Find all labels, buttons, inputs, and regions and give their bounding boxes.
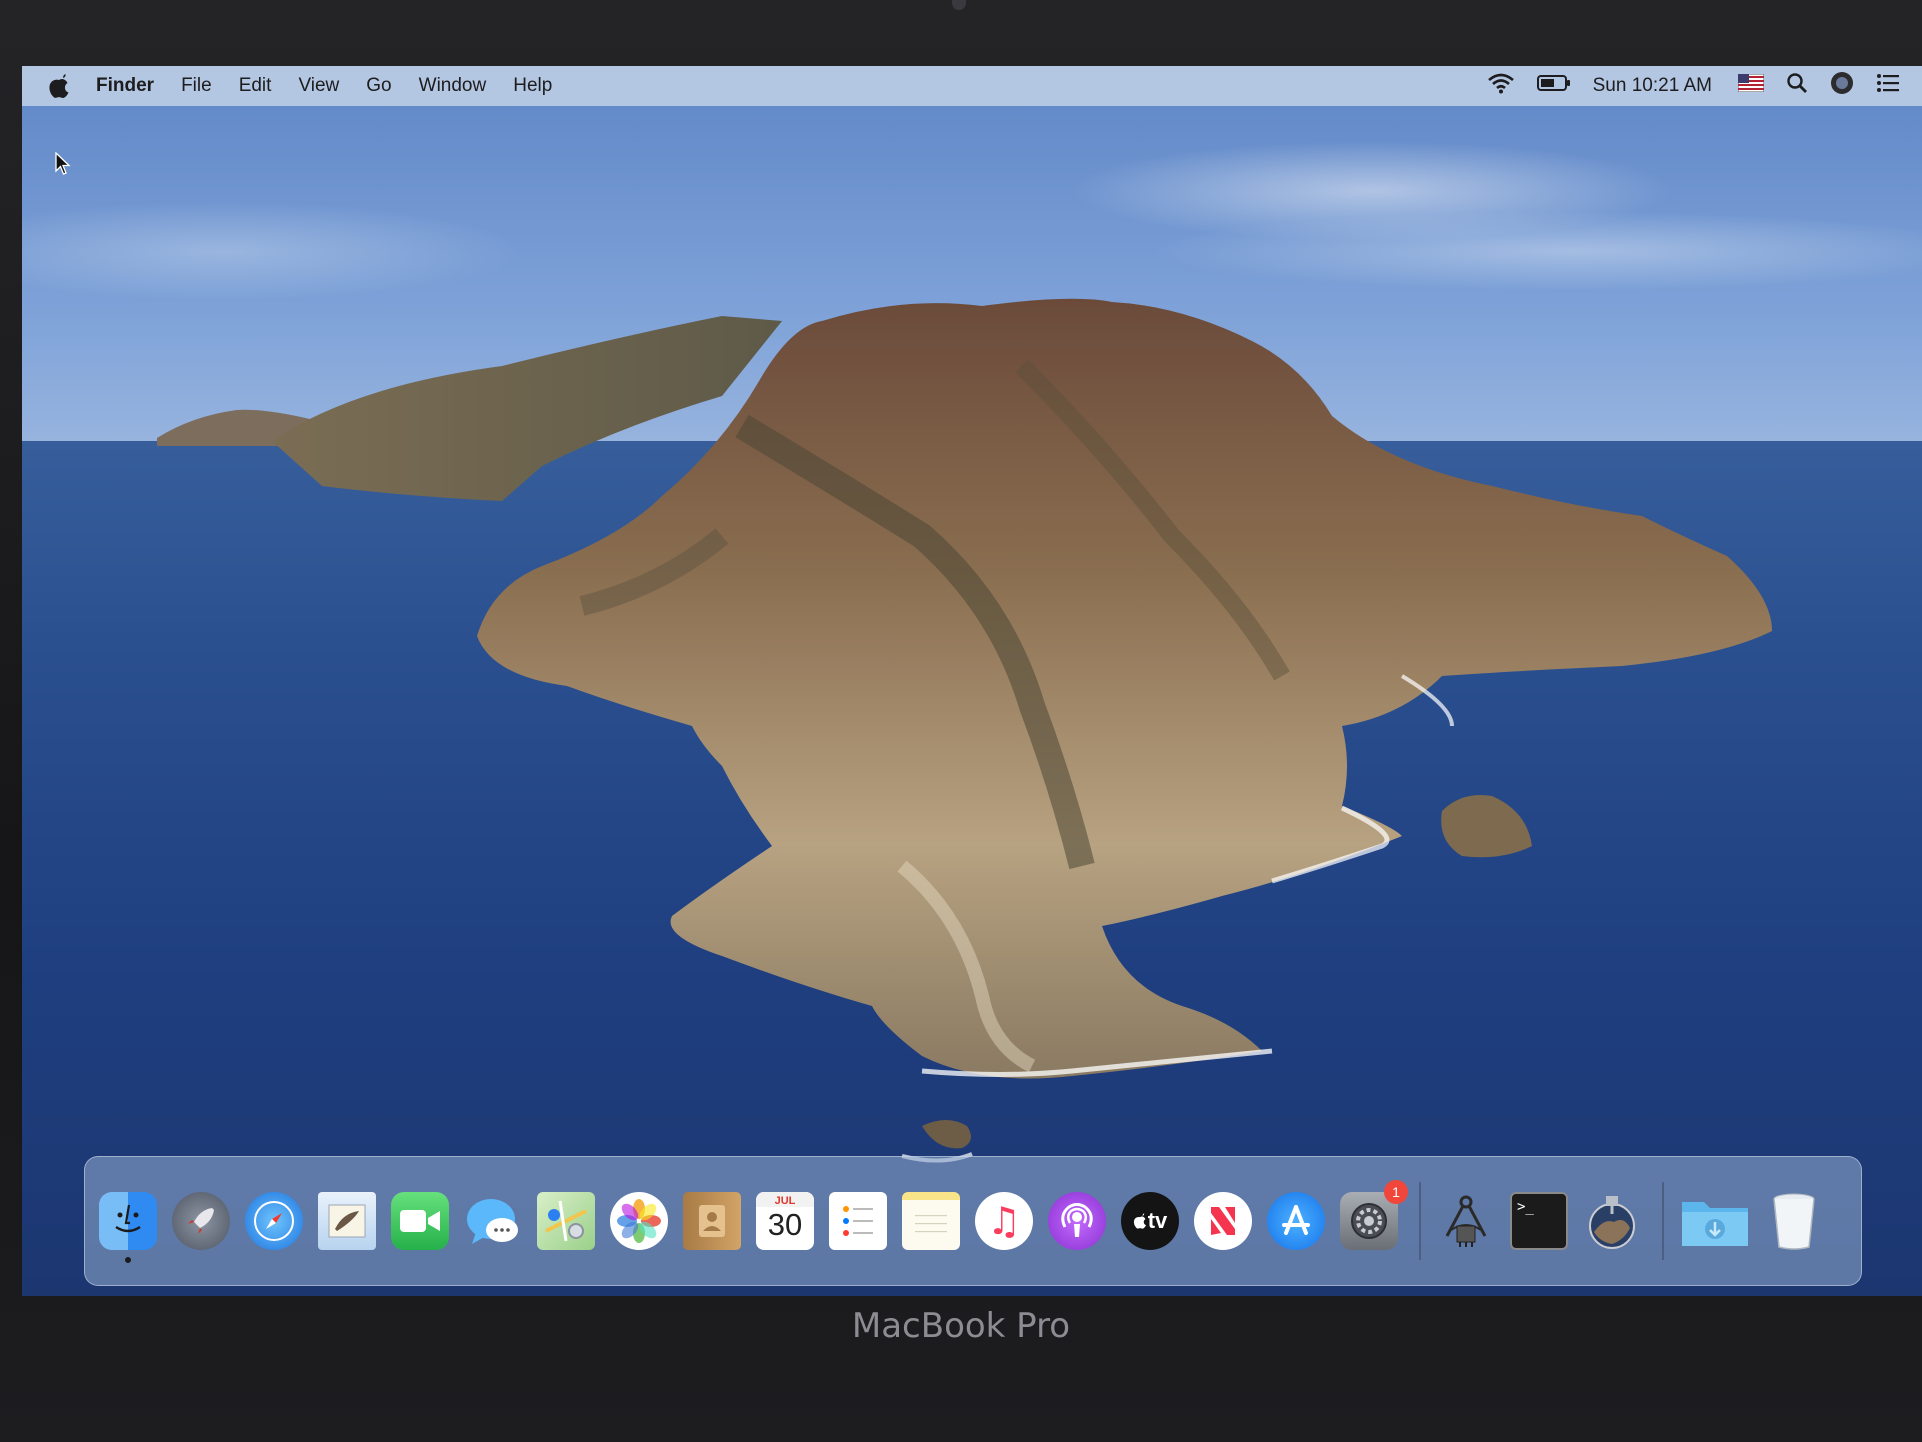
dock-reminders-icon[interactable] xyxy=(829,1192,887,1250)
spotlight-search-icon[interactable] xyxy=(1786,72,1808,100)
dock-mail-icon[interactable] xyxy=(318,1192,376,1250)
menu-bar: Finder File Edit View Go Window Help Sun… xyxy=(22,66,1922,106)
menu-app-finder[interactable]: Finder xyxy=(96,75,154,97)
dock-contacts-icon[interactable] xyxy=(683,1192,741,1250)
dock-system-information-icon[interactable] xyxy=(1437,1192,1495,1250)
dock: JUL 30 ♫ tv 1 >_ xyxy=(84,1156,1862,1286)
dock-separator xyxy=(1662,1182,1664,1260)
calendar-day-label: 30 xyxy=(767,1207,803,1242)
siri-icon[interactable] xyxy=(1830,71,1854,101)
notification-badge: 1 xyxy=(1384,1180,1408,1204)
dock-news-icon[interactable] xyxy=(1194,1192,1252,1250)
wifi-icon[interactable] xyxy=(1487,72,1515,100)
dock-maps-icon[interactable] xyxy=(537,1192,595,1250)
tv-label: tv xyxy=(1147,1208,1168,1233)
menu-edit[interactable]: Edit xyxy=(239,75,272,97)
battery-icon[interactable] xyxy=(1536,74,1571,98)
menu-go[interactable]: Go xyxy=(366,75,391,97)
desktop-screen: Finder File Edit View Go Window Help Sun… xyxy=(22,66,1922,1296)
camera xyxy=(952,0,966,10)
dock-launchpad-icon[interactable] xyxy=(172,1192,230,1250)
menu-help[interactable]: Help xyxy=(513,75,552,97)
us-flag-input-icon[interactable] xyxy=(1737,73,1765,98)
apple-menu-icon[interactable] xyxy=(48,74,70,98)
dock-tv-icon[interactable]: tv xyxy=(1121,1192,1179,1250)
laptop-brand-label: MacBook Pro xyxy=(851,1306,1071,1346)
mouse-pointer-icon xyxy=(55,152,71,175)
menu-window[interactable]: Window xyxy=(419,75,487,97)
dock-terminal-icon[interactable]: >_ xyxy=(1510,1192,1568,1250)
dock-finder-icon[interactable] xyxy=(99,1192,157,1263)
dock-notes-icon[interactable] xyxy=(902,1192,960,1250)
menu-view[interactable]: View xyxy=(298,75,339,97)
dock-app-store-icon[interactable] xyxy=(1267,1192,1325,1250)
dock-system-preferences-icon[interactable]: 1 xyxy=(1340,1180,1408,1250)
terminal-prompt-glyph: >_ xyxy=(1517,1199,1534,1215)
dock-downloads-folder-icon[interactable] xyxy=(1680,1192,1750,1250)
dock-podcasts-icon[interactable] xyxy=(1048,1192,1106,1250)
notification-center-icon[interactable] xyxy=(1876,73,1900,99)
dock-trash-icon[interactable] xyxy=(1765,1192,1823,1250)
running-indicator xyxy=(125,1257,131,1263)
dock-photos-icon[interactable] xyxy=(610,1192,668,1250)
menu-file[interactable]: File xyxy=(181,75,212,97)
dock-calendar-icon[interactable]: JUL 30 xyxy=(756,1192,814,1250)
catalina-island-wallpaper xyxy=(157,298,1772,1163)
dock-macos-installer-icon[interactable] xyxy=(1583,1192,1641,1250)
dock-messages-icon[interactable] xyxy=(464,1192,522,1250)
dock-separator xyxy=(1419,1182,1421,1260)
menu-clock[interactable]: Sun 10:21 AM xyxy=(1593,75,1712,97)
dock-music-icon[interactable]: ♫ xyxy=(975,1192,1033,1250)
music-note-glyph: ♫ xyxy=(986,1199,1022,1243)
calendar-month-label: JUL xyxy=(756,1192,814,1207)
dock-safari-icon[interactable] xyxy=(245,1192,303,1250)
laptop-bezel: Finder File Edit View Go Window Help Sun… xyxy=(0,0,1922,1442)
dock-facetime-icon[interactable] xyxy=(391,1192,449,1250)
